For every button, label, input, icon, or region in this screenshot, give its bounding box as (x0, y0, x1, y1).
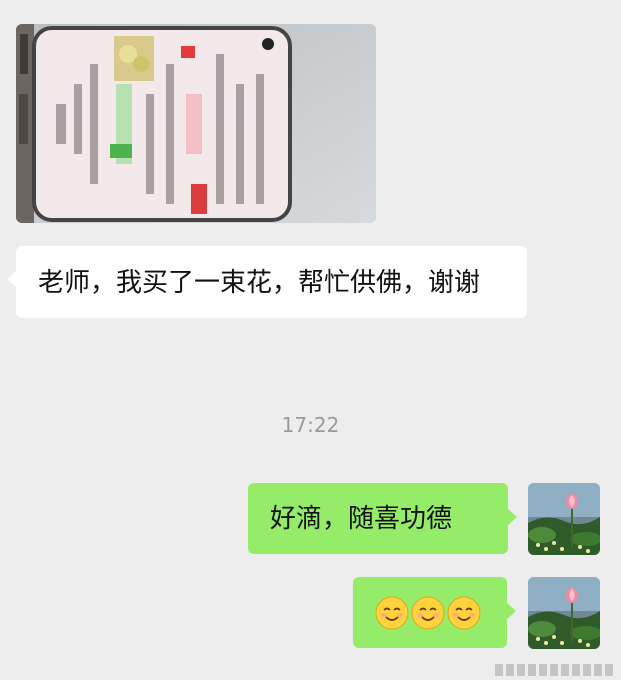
smiling-face-emoji (375, 596, 409, 629)
bubble-tail (506, 602, 516, 620)
timestamp: 17:22 (281, 413, 340, 437)
lotus-avatar-icon[interactable] (528, 483, 600, 555)
lotus-avatar-icon[interactable] (528, 577, 600, 649)
watermark (495, 664, 615, 676)
incoming-message-bubble[interactable]: 老师，我买了一束花，帮忙供佛，谢谢 (7, 246, 527, 318)
bubble-tail (7, 270, 17, 288)
message-text: 好滴，随喜功德 (270, 503, 453, 534)
photo-message[interactable] (16, 24, 376, 223)
smiling-face-emoji (411, 596, 445, 629)
bubble-tail (507, 508, 517, 526)
outgoing-emoji-bubble[interactable] (353, 577, 516, 648)
outgoing-message-bubble[interactable]: 好滴，随喜功德 (248, 483, 517, 554)
phone-photo-image (16, 24, 376, 223)
smiling-face-emoji (447, 596, 481, 629)
message-text: 老师，我买了一束花，帮忙供佛，谢谢 (38, 268, 481, 298)
